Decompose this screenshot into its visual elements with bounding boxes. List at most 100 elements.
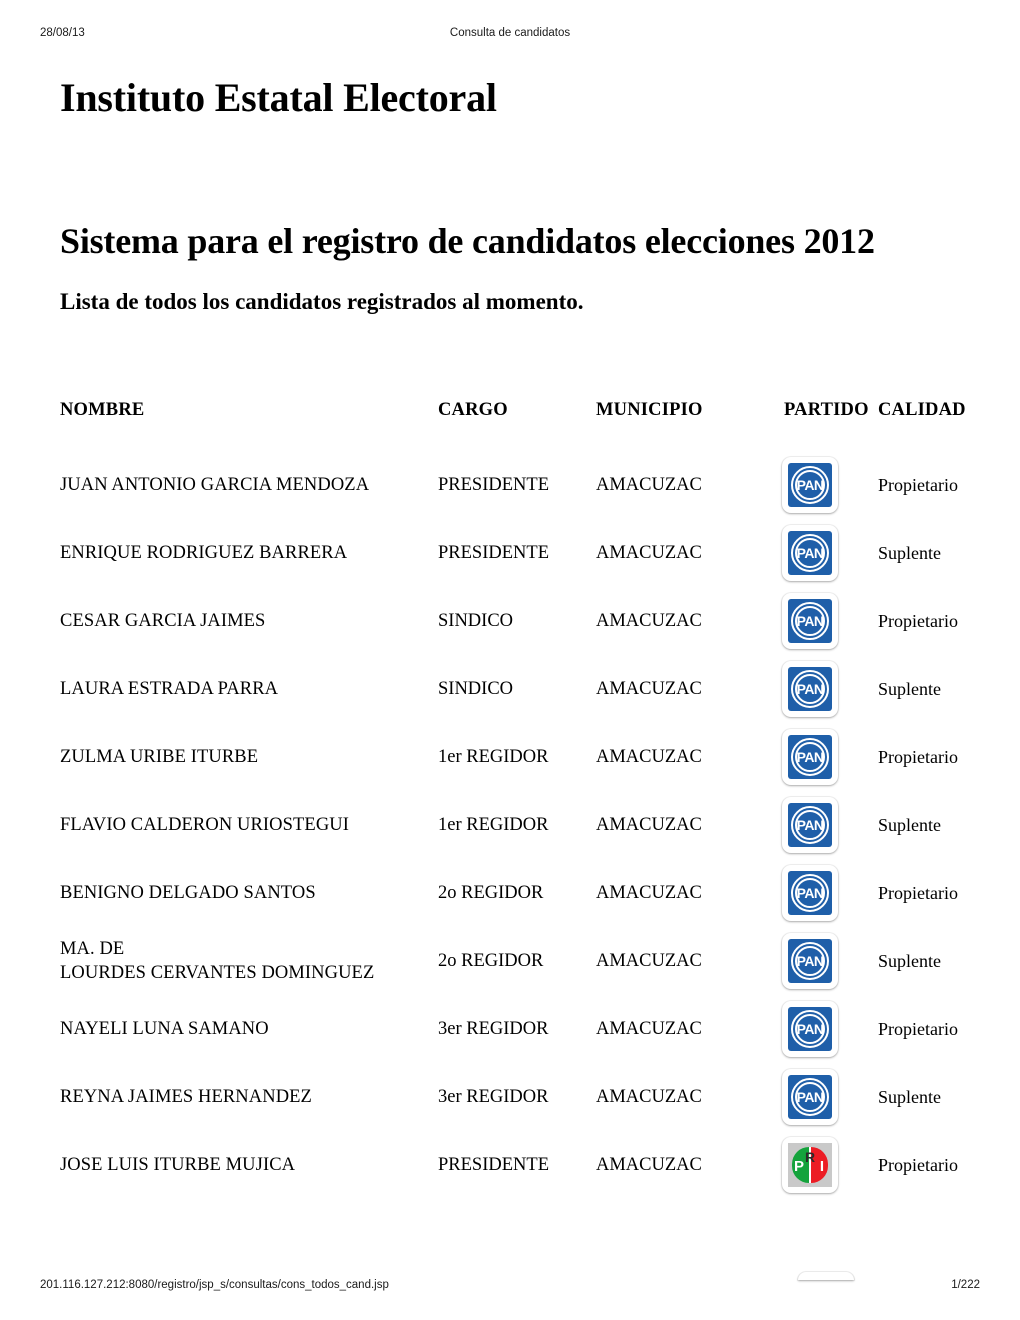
cell-cargo: PRESIDENTE xyxy=(438,474,549,495)
pan-party-logo-icon: PAN xyxy=(782,661,838,718)
pan-logo-text: PAN xyxy=(796,545,824,562)
cell-nombre: FLAVIO CALDERON URIOSTEGUI xyxy=(60,791,438,859)
cell-cargo: 2o REGIDOR xyxy=(438,882,544,903)
cell-municipio: AMACUZAC xyxy=(596,746,702,767)
cell-cargo: 1er REGIDOR xyxy=(438,746,549,767)
table-row: MA. DE LOURDES CERVANTES DOMINGUEZ 2o REGI… xyxy=(60,927,970,995)
cell-municipio: AMACUZAC xyxy=(596,474,702,495)
table-row: BENIGNO DELGADO SANTOS 2o REGIDOR AMACUZAC… xyxy=(60,859,970,927)
pan-logo-text: PAN xyxy=(796,681,824,698)
table-row: REYNA JAIMES HERNANDEZ 3er REGIDOR AMACUZA… xyxy=(60,1063,970,1131)
cell-partido: PAN xyxy=(782,723,878,791)
cell-nombre-line1: JOSE LUIS ITURBE MUJICA xyxy=(60,1154,296,1175)
page-subtitle: Lista de todos los candidatos registrado… xyxy=(60,289,584,315)
table-row: FLAVIO CALDERON URIOSTEGUI 1er REGIDOR AMA… xyxy=(60,791,970,859)
pan-logo-text: PAN xyxy=(796,953,824,970)
column-header-partido: PARTIDO xyxy=(784,400,869,421)
cell-municipio: AMACUZAC xyxy=(596,882,702,903)
cell-nombre-line1: ZULMA URIBE ITURBE xyxy=(60,746,259,767)
pan-party-logo-icon: PAN xyxy=(782,729,838,786)
organization-title: Instituto Estatal Electoral xyxy=(60,75,497,120)
cell-municipio: AMACUZAC xyxy=(596,950,702,971)
column-header-nombre: NOMBRE xyxy=(60,400,145,421)
cell-municipio: AMACUZAC xyxy=(596,1154,702,1175)
table-row: JOSE LUIS ITURBE MUJICA PRESIDENTE AMACUZA… xyxy=(60,1131,970,1199)
cell-municipio: AMACUZAC xyxy=(596,1086,702,1107)
cell-calidad: Propietario xyxy=(878,746,958,767)
cell-cargo: 3er REGIDOR xyxy=(438,1086,549,1107)
cell-cargo: 2o REGIDOR xyxy=(438,950,544,971)
cell-cargo: SINDICO xyxy=(438,610,514,631)
cell-municipio: AMACUZAC xyxy=(596,610,702,631)
pan-logo-text: PAN xyxy=(796,1089,824,1106)
pan-logo-text: PAN xyxy=(796,613,824,630)
print-page-footer: 201.116.127.212:8080/registro/jsp_s/cons… xyxy=(40,1277,980,1293)
candidates-table-body: JUAN ANTONIO GARCIA MENDOZA PRESIDENTE AMA… xyxy=(60,451,970,1199)
cell-calidad: Propietario xyxy=(878,1018,958,1039)
column-header-cargo: CARGO xyxy=(438,400,508,421)
cell-partido: PAN xyxy=(782,451,878,519)
cell-nombre-line1: ENRIQUE RODRIGUEZ BARRERA xyxy=(60,542,348,563)
pri-letter-i: I xyxy=(819,1158,824,1176)
pan-party-logo-icon: PAN xyxy=(782,525,838,582)
pan-party-logo-icon: PAN xyxy=(782,1069,838,1126)
cell-cargo: PRESIDENTE xyxy=(438,542,549,563)
print-footer-page: 1/222 xyxy=(951,1279,980,1291)
cell-municipio: AMACUZAC xyxy=(596,678,702,699)
cell-nombre-line1: FLAVIO CALDERON URIOSTEGUI xyxy=(60,814,350,835)
print-footer-url: 201.116.127.212:8080/registro/jsp_s/cons… xyxy=(40,1279,389,1291)
cell-calidad: Suplente xyxy=(878,950,941,971)
cell-nombre: ENRIQUE RODRIGUEZ BARRERA xyxy=(60,519,438,587)
pri-party-logo-icon: PRI xyxy=(782,1137,838,1194)
cell-calidad: Suplente xyxy=(878,1086,941,1107)
cell-nombre-line1: REYNA JAIMES HERNANDEZ xyxy=(60,1086,312,1107)
cell-nombre: REYNA JAIMES HERNANDEZ xyxy=(60,1063,438,1131)
table-row: LAURA ESTRADA PARRA SINDICO AMACUZAC PAN Sup… xyxy=(60,655,970,723)
cell-nombre-line1: MA. DE xyxy=(60,938,125,959)
cell-partido: PAN xyxy=(782,859,878,927)
cell-nombre-line1: NAYELI LUNA SAMANO xyxy=(60,1018,269,1039)
table-row: ENRIQUE RODRIGUEZ BARRERA PRESIDENTE AMACU… xyxy=(60,519,970,587)
cell-nombre: JOSE LUIS ITURBE MUJICA xyxy=(60,1131,438,1199)
pan-party-logo-icon: PAN xyxy=(782,457,838,514)
column-header-calidad: CALIDAD xyxy=(878,400,966,421)
cell-partido: PAN xyxy=(782,995,878,1063)
cell-municipio: AMACUZAC xyxy=(596,814,702,835)
pan-logo-text: PAN xyxy=(796,477,824,494)
column-header-municipio: MUNICIPIO xyxy=(596,400,703,421)
cell-partido: PRI xyxy=(782,1131,878,1199)
cell-partido: PAN xyxy=(782,1063,878,1131)
cell-calidad: Suplente xyxy=(878,542,941,563)
cell-partido: PAN xyxy=(782,587,878,655)
print-page-header: 28/08/13 Consulta de candidatos xyxy=(40,25,980,41)
system-title: Sistema para el registro de candidatos e… xyxy=(60,221,875,261)
pan-party-logo-icon: PAN xyxy=(782,593,838,650)
pan-party-logo-icon: PAN xyxy=(782,865,838,922)
cell-calidad: Suplente xyxy=(878,814,941,835)
pri-letter-p: P xyxy=(794,1158,805,1176)
cell-cargo: 3er REGIDOR xyxy=(438,1018,549,1039)
cell-municipio: AMACUZAC xyxy=(596,542,702,563)
cell-partido: PAN xyxy=(782,791,878,859)
cell-partido: PAN xyxy=(782,927,878,995)
cell-nombre: MA. DE LOURDES CERVANTES DOMINGUEZ xyxy=(60,927,438,995)
pan-logo-text: PAN xyxy=(796,885,824,902)
table-row: CESAR GARCIA JAIMES SINDICO AMACUZAC PAN Pro… xyxy=(60,587,970,655)
cell-municipio: AMACUZAC xyxy=(596,1018,702,1039)
cell-calidad: Propietario xyxy=(878,610,958,631)
cell-cargo: PRESIDENTE xyxy=(438,1154,549,1175)
candidates-table: NOMBRE CARGO MUNICIPIO PARTIDO CALIDAD J… xyxy=(60,400,970,1199)
table-header-row: NOMBRE CARGO MUNICIPIO PARTIDO CALIDAD xyxy=(60,400,970,451)
pri-letter-r: R xyxy=(805,1149,816,1166)
cell-partido: PAN xyxy=(782,519,878,587)
print-header-title: Consulta de candidatos xyxy=(449,27,571,39)
cell-nombre-line1: JUAN ANTONIO GARCIA MENDOZA xyxy=(60,474,370,495)
table-row: NAYELI LUNA SAMANO 3er REGIDOR AMACUZAC PAN… xyxy=(60,995,970,1063)
cell-nombre-line1: CESAR GARCIA JAIMES xyxy=(60,610,266,631)
cell-cargo: 1er REGIDOR xyxy=(438,814,549,835)
pan-logo-text: PAN xyxy=(796,1021,824,1038)
pan-party-logo-icon: PAN xyxy=(782,933,838,990)
document-body: Instituto Estatal Electoral Sistema para… xyxy=(60,60,972,1199)
cell-nombre: JUAN ANTONIO GARCIA MENDOZA xyxy=(60,451,438,519)
cell-nombre-line1: BENIGNO DELGADO SANTOS xyxy=(60,882,316,903)
